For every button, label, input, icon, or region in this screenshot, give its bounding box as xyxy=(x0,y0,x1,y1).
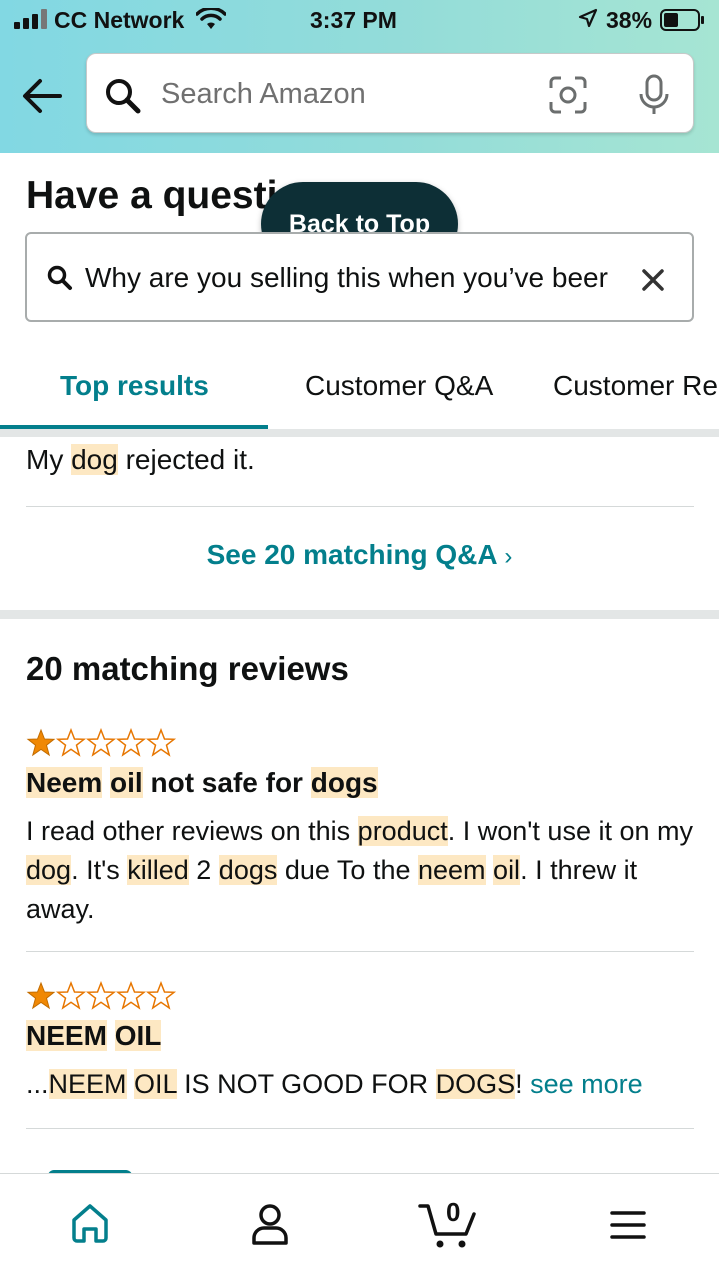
tab-customer-qa[interactable]: Customer Q&A xyxy=(305,370,493,402)
battery-icon xyxy=(660,9,704,31)
star-rating-icon xyxy=(27,982,175,1009)
question-query-text[interactable]: Why are you selling this when you’ve bee… xyxy=(85,262,627,294)
carrier-name: CC Network xyxy=(54,7,185,33)
section-divider xyxy=(0,429,719,437)
highlighted-term: neem xyxy=(417,855,486,885)
body-text: . It's xyxy=(71,855,128,885)
app-header: CC Network 3:37 PM 38% xyxy=(0,0,719,153)
menu-icon[interactable] xyxy=(610,1210,646,1240)
highlighted-term: NEEM xyxy=(26,1020,107,1051)
highlighted-term: oil xyxy=(493,855,521,885)
body-text: 2 xyxy=(188,855,219,885)
amazon-search-bar[interactable] xyxy=(86,53,694,133)
answer-text: My xyxy=(26,444,72,475)
clear-icon[interactable] xyxy=(641,268,665,292)
qa-answer-snippet: My dog rejected it. xyxy=(26,444,255,476)
battery-percent: 38% xyxy=(606,7,653,33)
highlighted-term: DOGS xyxy=(435,1069,516,1099)
star-rating-icon xyxy=(27,729,175,756)
wifi-icon xyxy=(196,8,226,29)
review-title[interactable]: NEEM OIL xyxy=(26,1020,162,1052)
search-icon xyxy=(106,79,141,114)
body-text xyxy=(127,1069,135,1099)
camera-search-icon[interactable] xyxy=(549,76,587,114)
highlighted-term: dog xyxy=(26,855,72,885)
title-text xyxy=(107,1020,115,1051)
highlighted-term: Neem xyxy=(26,767,103,798)
highlighted-term: dogs xyxy=(310,767,378,798)
home-icon[interactable] xyxy=(70,1202,110,1244)
highlighted-term: killed xyxy=(127,855,189,885)
highlighted-term: dogs xyxy=(218,855,278,885)
highlighted-term: dog xyxy=(71,444,118,475)
body-text: ... xyxy=(26,1069,49,1099)
see-matching-qa-link[interactable]: See 20 matching Q&A › xyxy=(0,539,719,571)
review-body: I read other reviews on this product. I … xyxy=(26,812,694,929)
back-arrow-icon[interactable] xyxy=(20,76,64,116)
search-input[interactable] xyxy=(159,70,523,118)
results-tabs: Top results Customer Q&A Customer Re xyxy=(0,355,719,431)
tab-top-results[interactable]: Top results xyxy=(60,370,209,402)
body-text: ! xyxy=(515,1069,531,1099)
highlighted-term: OIL xyxy=(134,1069,177,1099)
section-divider xyxy=(0,610,719,619)
body-text: . I won't use it on my xyxy=(447,816,693,846)
highlighted-term: OIL xyxy=(114,1020,162,1051)
title-text: not safe for xyxy=(142,767,311,798)
divider xyxy=(26,506,694,507)
clock: 3:37 PM xyxy=(310,7,397,33)
account-icon[interactable] xyxy=(250,1202,290,1246)
divider xyxy=(26,1128,694,1129)
location-arrow-icon xyxy=(578,8,598,28)
answer-text: rejected it. xyxy=(117,444,255,475)
bottom-navigation: 0 xyxy=(0,1173,719,1280)
question-heading: Have a questi xyxy=(26,174,278,217)
question-search-box[interactable]: Why are you selling this when you’ve bee… xyxy=(25,232,694,322)
body-text xyxy=(486,855,494,885)
body-text: due To the xyxy=(277,855,418,885)
body-text: I read other reviews on this xyxy=(26,816,358,846)
see-more-link[interactable]: see more xyxy=(530,1069,643,1099)
microphone-icon[interactable] xyxy=(637,74,671,116)
status-bar: CC Network 3:37 PM 38% xyxy=(0,0,719,40)
highlighted-term: product xyxy=(357,816,448,846)
divider xyxy=(26,951,694,952)
highlighted-term: oil xyxy=(110,767,143,798)
matching-reviews-heading: 20 matching reviews xyxy=(26,650,349,687)
signal-icon xyxy=(14,9,47,29)
review-title[interactable]: Neem oil not safe for dogs xyxy=(26,767,378,799)
see-matching-qa-label[interactable]: See 20 matching Q&A xyxy=(207,539,497,570)
cart-button[interactable]: 0 xyxy=(418,1197,478,1250)
title-text xyxy=(102,767,110,798)
highlighted-term: NEEM xyxy=(48,1069,127,1099)
review-body: ...NEEM OIL IS NOT GOOD FOR DOGS! see mo… xyxy=(26,1065,694,1104)
tab-customer-reviews[interactable]: Customer Re xyxy=(553,370,718,402)
chevron-right-icon: › xyxy=(504,543,513,570)
search-icon xyxy=(47,265,72,290)
body-text: IS NOT GOOD FOR xyxy=(176,1069,436,1099)
cart-count-badge: 0 xyxy=(446,1197,461,1227)
